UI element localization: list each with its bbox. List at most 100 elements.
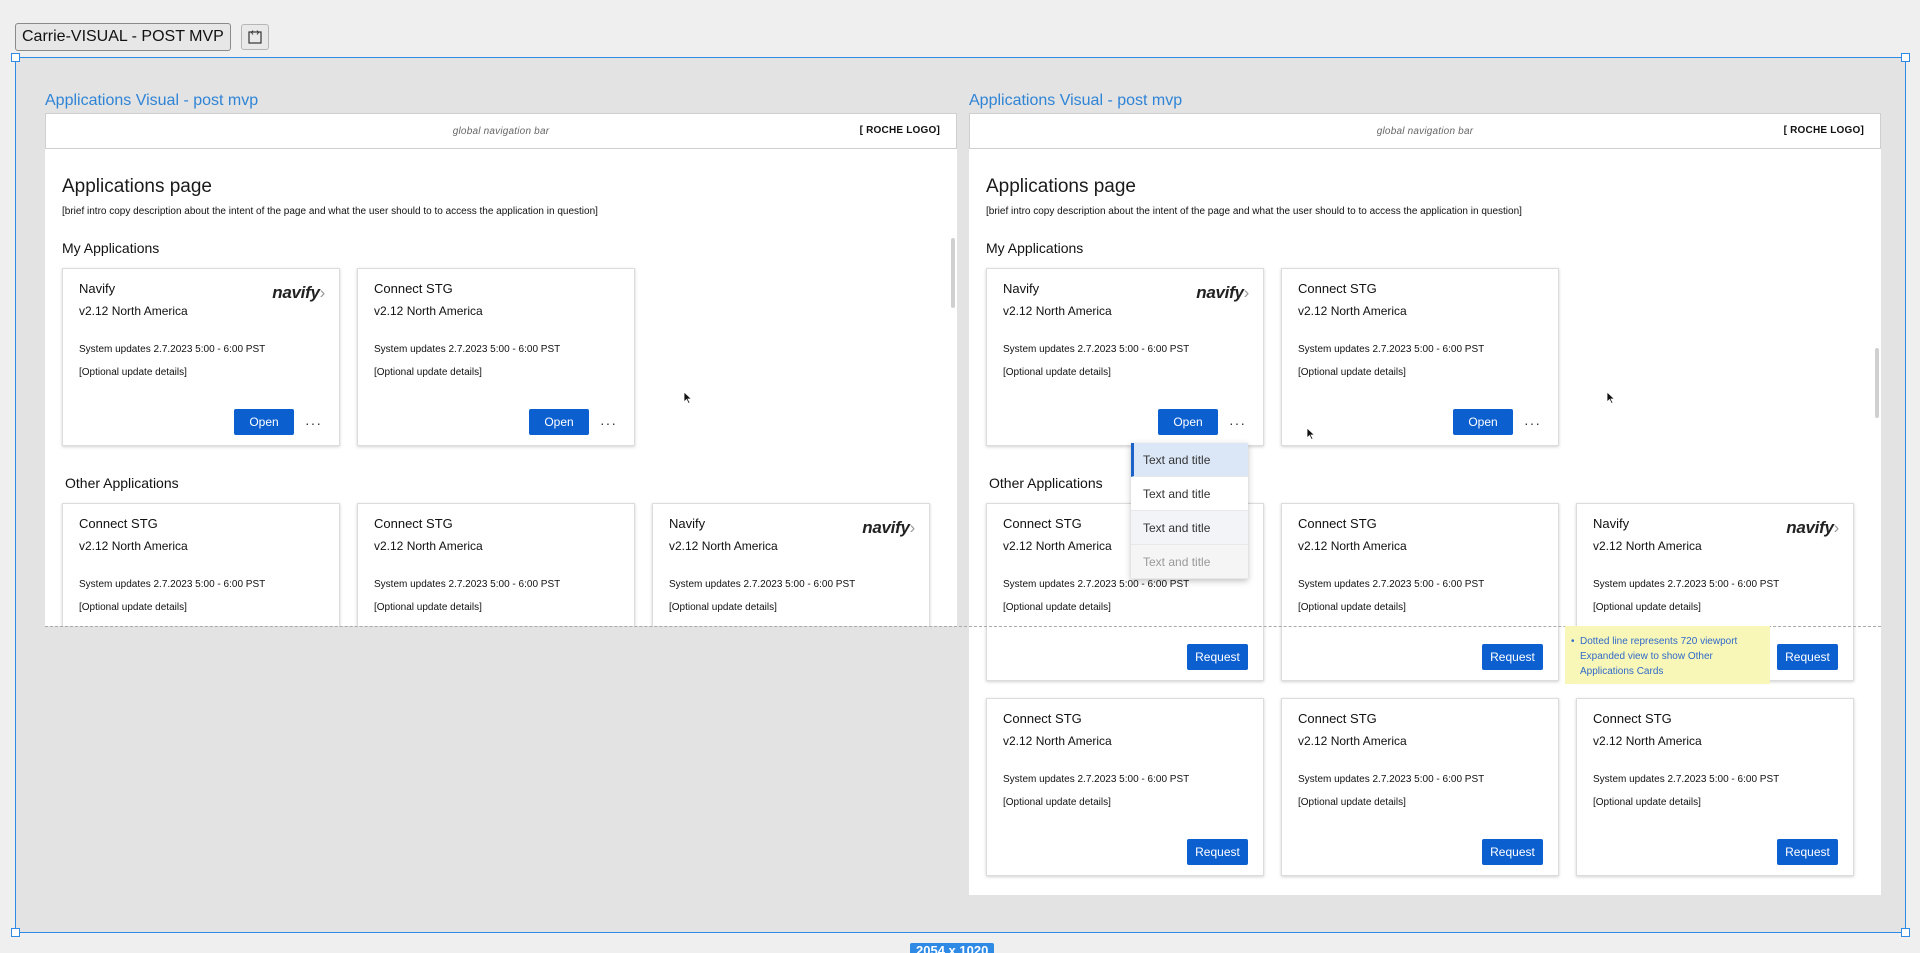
update-info: System updates 2.7.2023 5:00 - 6:00 PST <box>1593 579 1780 590</box>
app-card-connect: Connect STG v2.12 North America System u… <box>357 268 635 446</box>
open-button[interactable]: Open <box>529 409 589 435</box>
other-applications-title: Other Applications <box>989 475 1103 491</box>
update-info: System updates 2.7.2023 5:00 - 6:00 PST <box>79 579 266 590</box>
resize-handle[interactable] <box>1901 53 1910 62</box>
optional-details: [Optional update details] <box>1593 602 1701 613</box>
app-name: Navify <box>669 516 706 531</box>
navify-logo: navify› <box>1196 283 1249 302</box>
request-button[interactable]: Request <box>1187 644 1248 670</box>
update-info: System updates 2.7.2023 5:00 - 6:00 PST <box>1298 344 1485 355</box>
app-card-connect: Connect STG v2.12 North America System u… <box>62 503 340 626</box>
optional-details: [Optional update details] <box>1003 367 1111 378</box>
open-button[interactable]: Open <box>234 409 294 435</box>
roche-logo-placeholder: [ ROCHE LOGO] <box>859 125 940 136</box>
update-info: System updates 2.7.2023 5:00 - 6:00 PST <box>1003 579 1190 590</box>
roche-logo-placeholder: [ ROCHE LOGO] <box>1783 125 1864 136</box>
optional-details: [Optional update details] <box>669 602 777 613</box>
app-card-connect: Connect STG v2.12 North America System u… <box>357 503 635 626</box>
app-name: Navify <box>79 281 116 296</box>
open-button[interactable]: Open <box>1158 409 1218 435</box>
app-version: v2.12 North America <box>1593 734 1702 748</box>
board-title[interactable]: Applications Visual - post mvp <box>969 92 1182 110</box>
request-button[interactable]: Request <box>1777 644 1838 670</box>
app-card-connect: Connect STG v2.12 North America System u… <box>1281 503 1559 681</box>
frame-size-badge: 2054 x 1020 <box>910 943 995 953</box>
app-version: v2.12 North America <box>669 539 778 553</box>
nav-placeholder-text: global navigation bar <box>452 125 550 137</box>
menu-item[interactable]: Text and title <box>1131 545 1248 579</box>
update-info: System updates 2.7.2023 5:00 - 6:00 PST <box>1003 774 1190 785</box>
more-options-icon[interactable]: ··· <box>305 416 322 430</box>
app-name: Connect STG <box>79 516 158 531</box>
app-version: v2.12 North America <box>1003 304 1112 318</box>
intro-text: [brief intro copy description about the … <box>62 206 598 217</box>
my-applications-title: My Applications <box>986 240 1084 256</box>
app-version: v2.12 North America <box>79 539 188 553</box>
optional-details: [Optional update details] <box>79 602 187 613</box>
canvas-frame[interactable]: Applications Visual - post mvp global na… <box>11 53 1910 937</box>
board-title[interactable]: Applications Visual - post mvp <box>45 92 258 110</box>
app-name: Connect STG <box>1298 281 1377 296</box>
scrollbar[interactable] <box>951 238 955 308</box>
app-name: Navify <box>1003 281 1040 296</box>
app-name: Navify <box>1593 516 1630 531</box>
update-info: System updates 2.7.2023 5:00 - 6:00 PST <box>1593 774 1780 785</box>
more-options-icon[interactable]: ··· <box>1524 416 1541 430</box>
app-version: v2.12 North America <box>374 539 483 553</box>
app-name: Connect STG <box>1003 516 1082 531</box>
request-button[interactable]: Request <box>1482 839 1543 865</box>
request-button[interactable]: Request <box>1777 839 1838 865</box>
update-info: System updates 2.7.2023 5:00 - 6:00 PST <box>1298 774 1485 785</box>
app-card-connect: Connect STG v2.12 North America System u… <box>1281 268 1559 446</box>
intro-text: [brief intro copy description about the … <box>986 206 1522 217</box>
app-card-connect: Connect STG v2.12 North America System u… <box>986 698 1264 876</box>
my-applications-title: My Applications <box>62 240 160 256</box>
open-button[interactable]: Open <box>1453 409 1513 435</box>
app-card-navify: Navify v2.12 North America navify› Syste… <box>652 503 930 626</box>
optional-details: [Optional update details] <box>1593 797 1701 808</box>
app-version: v2.12 North America <box>1003 539 1112 553</box>
more-options-icon[interactable]: ··· <box>600 416 617 430</box>
app-version: v2.12 North America <box>1298 734 1407 748</box>
menu-item[interactable]: Text and title <box>1131 477 1248 511</box>
app-version: v2.12 North America <box>1003 734 1112 748</box>
request-button[interactable]: Request <box>1482 644 1543 670</box>
app-card-connect: Connect STG v2.12 North America System u… <box>1576 698 1854 876</box>
menu-item[interactable]: Text and title <box>1131 443 1248 477</box>
app-version: v2.12 North America <box>374 304 483 318</box>
board-viewport: global navigation bar [ ROCHE LOGO] Appl… <box>45 113 957 626</box>
app-name: Connect STG <box>1593 711 1672 726</box>
app-version: v2.12 North America <box>1593 539 1702 553</box>
resize-handle[interactable] <box>11 53 20 62</box>
update-info: System updates 2.7.2023 5:00 - 6:00 PST <box>1003 344 1190 355</box>
update-info: System updates 2.7.2023 5:00 - 6:00 PST <box>79 344 266 355</box>
optional-details: [Optional update details] <box>1298 797 1406 808</box>
navify-logo: navify› <box>862 518 915 537</box>
app-version: v2.12 North America <box>79 304 188 318</box>
optional-details: [Optional update details] <box>79 367 187 378</box>
annotation-note: Dotted line represents 720 viewport Expa… <box>1565 626 1770 684</box>
resize-handle[interactable] <box>11 928 20 937</box>
update-info: System updates 2.7.2023 5:00 - 6:00 PST <box>1298 579 1485 590</box>
optional-details: [Optional update details] <box>1298 602 1406 613</box>
frame-header: Carrie-VISUAL - POST MVP <box>15 23 269 51</box>
global-nav-bar: global navigation bar [ ROCHE LOGO] <box>969 113 1881 149</box>
app-name: Connect STG <box>1298 711 1377 726</box>
frame-name-label[interactable]: Carrie-VISUAL - POST MVP <box>15 23 231 51</box>
menu-item[interactable]: Text and title <box>1131 511 1248 545</box>
code-icon[interactable] <box>240 24 269 50</box>
app-card-navify: Navify v2.12 North America navify› Syste… <box>986 268 1264 446</box>
update-info: System updates 2.7.2023 5:00 - 6:00 PST <box>374 344 561 355</box>
app-name: Connect STG <box>374 281 453 296</box>
resize-handle[interactable] <box>1901 928 1910 937</box>
scrollbar[interactable] <box>1875 348 1879 418</box>
request-button[interactable]: Request <box>1187 839 1248 865</box>
nav-placeholder-text: global navigation bar <box>1376 125 1474 137</box>
more-options-icon[interactable]: ··· <box>1229 416 1246 430</box>
page-title: Applications page <box>986 176 1136 197</box>
navify-logo: navify› <box>272 283 325 302</box>
app-version: v2.12 North America <box>1298 304 1407 318</box>
optional-details: [Optional update details] <box>1003 602 1111 613</box>
app-name: Connect STG <box>1298 516 1377 531</box>
app-version: v2.12 North America <box>1298 539 1407 553</box>
